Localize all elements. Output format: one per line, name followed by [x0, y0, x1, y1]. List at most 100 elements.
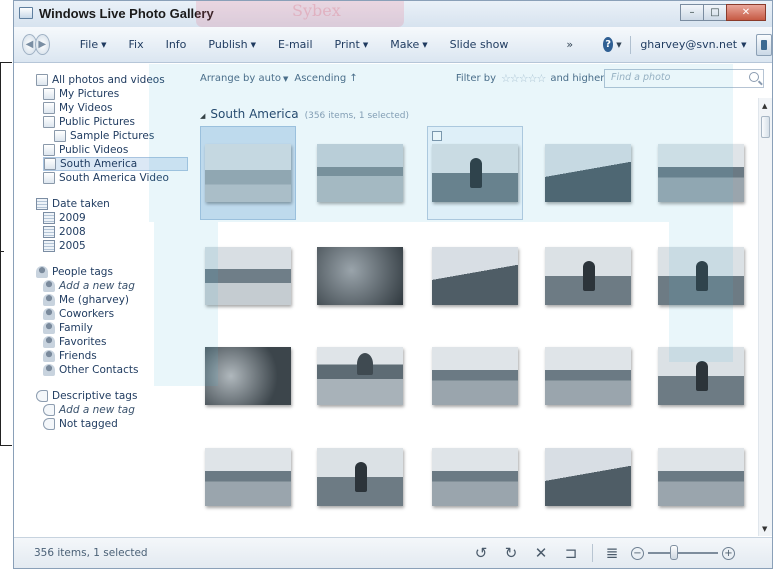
photo-image	[432, 347, 518, 405]
toolbar-separator	[629, 35, 631, 54]
zoom-in-icon[interactable]: +	[722, 546, 735, 560]
photo-image	[432, 448, 518, 506]
menu-item-slide-show[interactable]: Slide show	[450, 38, 509, 51]
photo-image	[545, 247, 631, 305]
photo-image	[205, 448, 291, 506]
add-tag-icon	[43, 404, 55, 416]
toggle-pane-button[interactable]	[756, 33, 772, 56]
command-bar: ◀ ▶ File ▼ Fix Info Publish ▼ E-mail Print ▼ Make…	[14, 27, 772, 63]
person-icon	[43, 294, 55, 306]
chevron-down-icon: ▼	[101, 40, 107, 49]
tree-item-label: Descriptive tags	[52, 390, 138, 402]
menu-item-label: Print	[334, 38, 360, 51]
zoom-slider[interactable]	[648, 545, 718, 560]
tree-item-label: Public Videos	[59, 144, 129, 156]
tree-item-label: Not tagged	[59, 418, 118, 430]
details-view-icon[interactable]: ≣	[601, 544, 623, 562]
tree-item-not-tagged[interactable]: Not tagged	[43, 417, 188, 431]
tree-item-label: Family	[59, 322, 93, 334]
tree-item-label: Me (gharvey)	[59, 294, 130, 306]
menu-item-publish[interactable]: Publish ▼	[208, 38, 256, 51]
folder-icon	[36, 74, 48, 86]
photo-thumbnail[interactable]	[540, 229, 636, 323]
photo-thumbnail[interactable]	[427, 329, 523, 423]
menu-items: File ▼ Fix Info Publish ▼ E-mail Print ▼ Make ▼ Sli…	[50, 38, 509, 51]
photo-thumbnail[interactable]	[312, 430, 408, 524]
photo-thumbnail[interactable]	[427, 229, 523, 323]
close-button[interactable]: ✕	[726, 4, 766, 21]
photo-thumbnail[interactable]	[312, 329, 408, 423]
tree-item-add-a-new-tag[interactable]: Add a new tag	[43, 403, 188, 417]
tree-item-label: 2008	[59, 226, 86, 238]
menu-item-file[interactable]: File ▼	[80, 38, 107, 51]
tree-item-label: Favorites	[59, 336, 107, 348]
folder-icon	[43, 172, 55, 184]
app-icon	[19, 7, 33, 19]
search-icon[interactable]	[749, 72, 759, 82]
overflow-chevron[interactable]: »	[566, 38, 573, 51]
photo-thumbnail[interactable]	[312, 229, 408, 323]
photo-thumbnail[interactable]	[540, 430, 636, 524]
photo-thumbnail[interactable]	[653, 430, 749, 524]
menu-item-label: Publish	[208, 38, 248, 51]
photo-image	[317, 347, 403, 405]
menu-item-make[interactable]: Make ▼	[390, 38, 427, 51]
group-icon	[43, 350, 55, 362]
delete-icon[interactable]: ✕	[530, 544, 552, 562]
tree-item-label: Add a new tag	[59, 404, 135, 416]
tree-item-descriptive-tags[interactable]: Descriptive tags	[36, 389, 188, 403]
menu-item-fix[interactable]: Fix	[129, 38, 144, 51]
menu-item-label: Fix	[128, 38, 144, 51]
scroll-down-icon[interactable]: ▼	[762, 525, 767, 533]
watermark-right	[669, 222, 733, 362]
watermark-left	[154, 222, 218, 386]
group-icon	[43, 308, 55, 320]
scrollbar-thumb[interactable]	[761, 116, 770, 138]
window-title: Windows Live Photo Gallery	[39, 6, 214, 21]
tag-icon	[43, 418, 55, 430]
menu-item-info[interactable]: Info	[166, 38, 187, 51]
maximize-button[interactable]: □	[703, 4, 727, 21]
folder-icon	[43, 88, 55, 100]
add-person-icon	[43, 280, 55, 292]
tree-item-label: My Videos	[59, 102, 113, 114]
menu-item-print[interactable]: Print ▼	[335, 38, 369, 51]
vertical-scrollbar[interactable]: ▲ ▼	[758, 98, 772, 536]
chevron-down-icon: ▼	[250, 40, 257, 49]
chevron-down-icon: ▼	[422, 40, 428, 49]
tree-item-label: My Pictures	[59, 88, 120, 100]
zoom-out-icon[interactable]: −	[631, 546, 644, 560]
menu-item-e-mail[interactable]: E-mail	[278, 38, 313, 51]
zoom-slider-handle[interactable]	[670, 545, 678, 560]
tree-item-label: 2005	[59, 240, 86, 252]
annotation-bracket-tick	[0, 251, 4, 252]
tree-item-label: Friends	[59, 350, 97, 362]
slideshow-icon[interactable]: ⊐	[560, 544, 582, 562]
tree-item-label: Other Contacts	[59, 364, 139, 376]
photo-thumbnail[interactable]	[200, 430, 296, 524]
help-dropdown-icon[interactable]: ▼	[616, 41, 621, 49]
group-icon	[43, 322, 55, 334]
photo-image	[545, 347, 631, 405]
watermark-text: Sybex	[292, 1, 341, 20]
people-icon	[36, 266, 48, 278]
photo-image	[317, 448, 403, 506]
help-icon[interactable]: ?	[603, 37, 614, 52]
photo-thumbnail[interactable]	[540, 329, 636, 423]
rotate-right-icon[interactable]: ↻	[500, 544, 522, 562]
menu-item-label: Info	[165, 38, 187, 51]
account-menu[interactable]: gharvey@svn.net ▼	[640, 38, 746, 51]
forward-arrow-icon[interactable]: ▶	[34, 34, 50, 55]
tree-item-label: People tags	[52, 266, 113, 278]
folder-icon	[43, 116, 55, 128]
status-separator	[592, 544, 593, 562]
photo-image	[317, 247, 403, 305]
minimize-button[interactable]: –	[680, 4, 704, 21]
rotate-left-icon[interactable]: ↺	[470, 544, 492, 562]
photo-thumbnail[interactable]	[427, 430, 523, 524]
watermark-band	[149, 64, 733, 222]
scroll-up-icon[interactable]: ▲	[762, 102, 767, 110]
menu-item-label: Slide show	[449, 38, 509, 51]
tree-item-label: Sample Pictures	[70, 130, 155, 142]
status-text: 356 items, 1 selected	[34, 547, 148, 559]
